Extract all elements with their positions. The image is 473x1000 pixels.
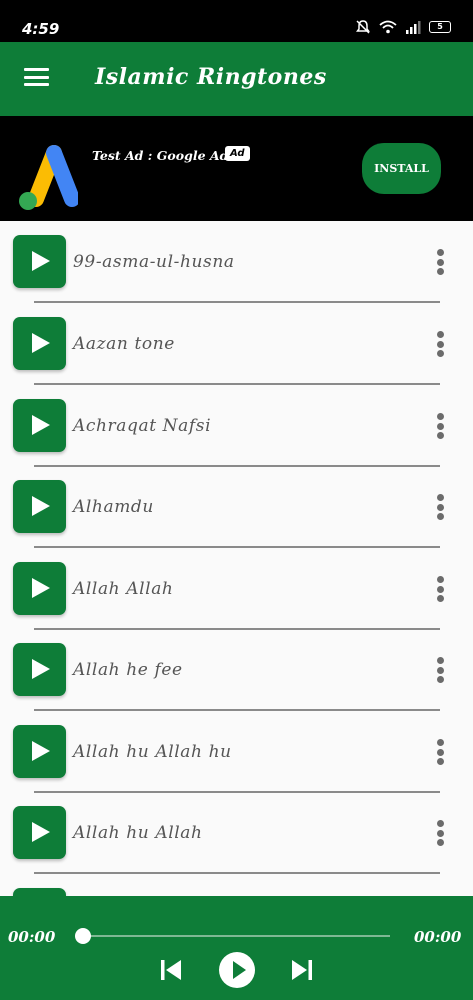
play-icon[interactable] bbox=[13, 888, 66, 896]
play-icon[interactable] bbox=[13, 725, 66, 778]
status-icons: 5 bbox=[355, 19, 451, 35]
more-options-icon[interactable] bbox=[433, 331, 447, 357]
more-options-icon[interactable] bbox=[433, 576, 447, 602]
list-item[interactable]: 99-asma-ul-husna bbox=[0, 221, 473, 303]
more-options-icon[interactable] bbox=[433, 739, 447, 765]
more-options-icon[interactable] bbox=[433, 657, 447, 683]
play-icon[interactable] bbox=[13, 562, 66, 615]
ringtone-title: 99-asma-ul-husna bbox=[73, 252, 235, 272]
audio-player: 00:00 00:00 bbox=[0, 896, 473, 1000]
play-icon[interactable] bbox=[13, 643, 66, 696]
next-icon[interactable] bbox=[290, 958, 314, 982]
more-options-icon[interactable] bbox=[433, 413, 447, 439]
ringtone-list[interactable]: 99-asma-ul-husna Aazan tone Achraqat Naf… bbox=[0, 221, 473, 896]
more-options-icon[interactable] bbox=[433, 820, 447, 846]
total-time: 00:00 bbox=[414, 928, 462, 946]
app-bar: Islamic Ringtones bbox=[0, 42, 473, 116]
list-item[interactable]: Achraqat Nafsi bbox=[0, 385, 473, 467]
more-options-icon[interactable] bbox=[433, 249, 447, 275]
wifi-icon bbox=[379, 20, 397, 34]
app-title: Islamic Ringtones bbox=[95, 64, 327, 90]
menu-icon[interactable] bbox=[24, 68, 50, 90]
play-icon[interactable] bbox=[13, 399, 66, 452]
list-item[interactable]: Alhamdu bbox=[0, 466, 473, 548]
ringtone-title: Allah hu Allah hu bbox=[73, 742, 232, 762]
ringtone-title: Aazan tone bbox=[73, 334, 175, 354]
play-icon[interactable] bbox=[13, 806, 66, 859]
current-time: 00:00 bbox=[8, 928, 56, 946]
list-item[interactable]: Allah hu Allah bbox=[0, 792, 473, 874]
seek-thumb[interactable] bbox=[75, 928, 91, 944]
list-item[interactable]: Aazan tone bbox=[0, 303, 473, 385]
ad-badge: Ad bbox=[225, 146, 250, 161]
previous-icon[interactable] bbox=[159, 958, 183, 982]
ringtone-title: Achraqat Nafsi bbox=[73, 416, 212, 436]
play-pause-icon[interactable] bbox=[218, 951, 256, 989]
battery-icon: 5 bbox=[429, 21, 451, 33]
status-bar: 4:59 5 bbox=[0, 0, 473, 42]
play-icon[interactable] bbox=[13, 317, 66, 370]
ringtone-title: Allah Allah bbox=[73, 579, 174, 599]
status-time: 4:59 bbox=[22, 20, 60, 38]
google-ads-logo bbox=[19, 145, 78, 210]
list-item[interactable]: Allah he fee bbox=[0, 629, 473, 711]
silent-icon bbox=[356, 20, 370, 34]
ringtone-title: Allah he fee bbox=[73, 660, 183, 680]
play-icon[interactable] bbox=[13, 235, 66, 288]
list-item[interactable] bbox=[0, 874, 473, 896]
ringtone-title: Allah hu Allah bbox=[73, 823, 203, 843]
install-button[interactable]: INSTALL bbox=[362, 143, 441, 194]
ad-label: Test Ad : Google Ads bbox=[92, 148, 236, 163]
more-options-icon[interactable] bbox=[433, 494, 447, 520]
play-icon[interactable] bbox=[13, 480, 66, 533]
ringtone-title: Alhamdu bbox=[73, 497, 154, 517]
seek-bar[interactable] bbox=[84, 935, 390, 937]
list-item[interactable]: Allah hu Allah hu bbox=[0, 711, 473, 793]
signal-icon bbox=[406, 21, 421, 34]
list-item[interactable]: Allah Allah bbox=[0, 548, 473, 630]
ad-banner[interactable]: Test Ad : Google Ads Ad INSTALL bbox=[0, 116, 473, 221]
